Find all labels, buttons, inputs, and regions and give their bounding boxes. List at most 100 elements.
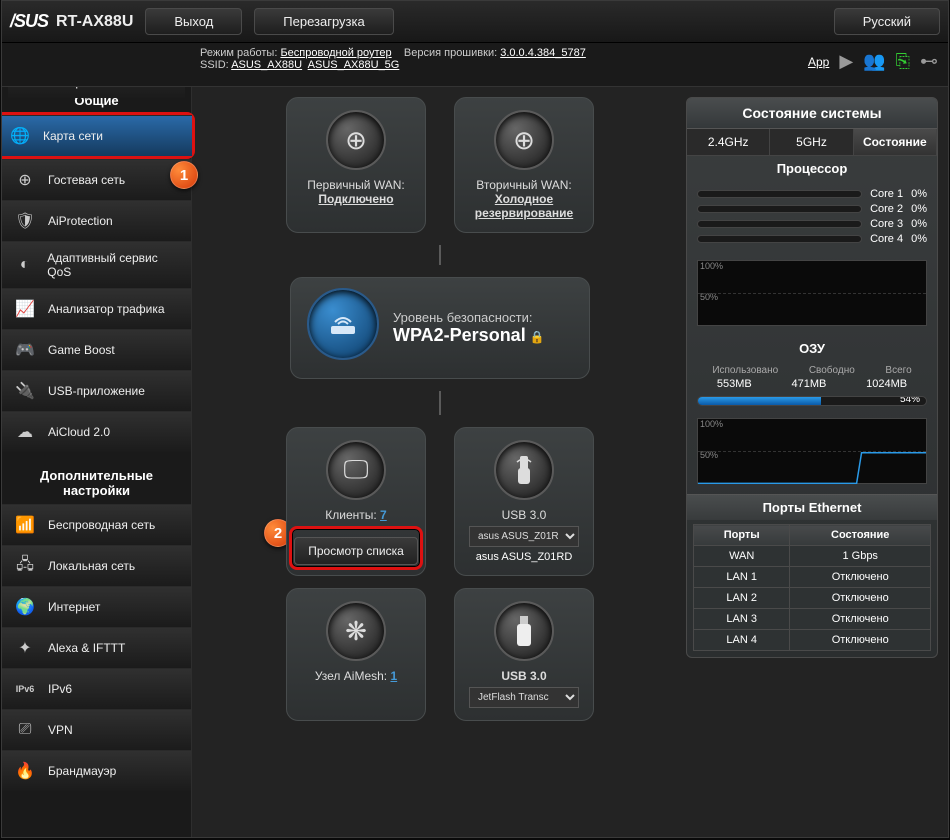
- nav-label: Брандмауэр: [48, 764, 116, 778]
- nav-label: Game Boost: [48, 343, 115, 357]
- globe-icon: 🌐: [7, 125, 33, 147]
- nav-alexa[interactable]: ✦Alexa & IFTTT: [2, 627, 191, 668]
- router-security-card[interactable]: Уровень безопасности: WPA2-Personal🔒: [290, 277, 590, 379]
- users-icon[interactable]: 👥: [863, 51, 885, 72]
- nav-ipv6[interactable]: IPv6IPv6: [2, 668, 191, 709]
- nav-traffic[interactable]: 📈 Анализатор трафика: [2, 288, 191, 329]
- ssid-1[interactable]: ASUS_AX88U: [231, 59, 302, 71]
- nav-gameboost[interactable]: 🎮Game Boost: [2, 329, 191, 370]
- firmware-label: Версия прошивки:: [404, 47, 497, 59]
- nav-label: AiProtection: [48, 214, 113, 228]
- usb-drive-icon: [494, 601, 554, 661]
- cpu-row: Core 20%: [697, 203, 927, 215]
- nav-qos[interactable]: ◐ Адаптивный сервис QoS: [2, 241, 191, 288]
- usb-a-label: USB 3.0: [467, 508, 581, 522]
- model-name: RT-AX88U: [56, 13, 133, 31]
- tab-5ghz[interactable]: 5GHz: [770, 129, 853, 155]
- clients-label: Клиенты:: [325, 508, 376, 522]
- usb-b-label: USB 3.0: [467, 669, 581, 683]
- usb-a-select[interactable]: asus ASUS_Z01RD: [469, 526, 579, 547]
- nav-label: USB-приложение: [48, 384, 145, 398]
- nav-usb-app[interactable]: 🔌USB-приложение: [2, 370, 191, 411]
- nav-lan[interactable]: 🖧Локальная сеть: [2, 545, 191, 586]
- guest-icon: ⊕: [12, 169, 38, 191]
- nav-label: Адаптивный сервис QoS: [47, 251, 181, 279]
- usb-b-card[interactable]: USB 3.0 JetFlash Transc: [454, 588, 594, 721]
- nav-wireless[interactable]: 📶 Беспроводная сеть: [2, 504, 191, 545]
- globe-icon: ⊕: [326, 110, 386, 170]
- cpu-row: Core 30%: [697, 218, 927, 230]
- firmware-link[interactable]: 3.0.0.4.384_5787: [500, 47, 586, 59]
- firewall-icon: 🔥: [12, 760, 38, 782]
- usb-a-card[interactable]: USB 3.0 asus ASUS_Z01RD asus ASUS_Z01RD: [454, 427, 594, 576]
- wan2-status: Холодное резервирование: [467, 192, 581, 220]
- play-icon[interactable]: ▶: [839, 51, 853, 72]
- mode-label: Режим работы:: [200, 47, 277, 59]
- ram-title: ОЗУ: [687, 336, 937, 361]
- aimesh-count[interactable]: 1: [390, 669, 397, 683]
- nav-network-map[interactable]: 🌐 Карта сети: [2, 115, 192, 156]
- nav-guest-network[interactable]: ⊕ Гостевая сеть: [2, 159, 191, 200]
- internet-icon: 🌍: [12, 596, 38, 618]
- ipv6-icon: IPv6: [12, 678, 38, 700]
- chart-icon: 📈: [12, 298, 38, 320]
- usb-icon[interactable]: ⊷: [920, 51, 938, 72]
- nav-internet[interactable]: 🌍Интернет: [2, 586, 191, 627]
- callout-1: 1: [170, 161, 198, 189]
- table-row: WAN1 Gbps: [694, 546, 931, 567]
- tab-24ghz[interactable]: 2.4GHz: [687, 129, 770, 155]
- reboot-button[interactable]: Перезагрузка: [254, 8, 393, 35]
- ram-graph: 100%50%: [697, 418, 927, 484]
- gauge-icon: ◐: [12, 254, 37, 276]
- nav-label: VPN: [48, 723, 73, 737]
- tab-status[interactable]: Состояние: [854, 129, 937, 155]
- system-status-panel: Состояние системы 2.4GHz 5GHz Состояние …: [686, 97, 938, 658]
- clients-count[interactable]: 7: [380, 508, 387, 522]
- ethernet-title: Порты Ethernet: [687, 494, 937, 520]
- nav-label: Гостевая сеть: [48, 173, 125, 187]
- status-bar: Режим работы: Беспроводной роутер Версия…: [2, 43, 948, 87]
- usb-b-select[interactable]: JetFlash Transc: [469, 687, 579, 708]
- ssid-2[interactable]: ASUS_AX88U_5G: [308, 59, 400, 71]
- wifi-icon: 📶: [12, 514, 38, 536]
- language-select[interactable]: Русский: [834, 8, 940, 35]
- usb-a-device: asus ASUS_Z01RD: [467, 551, 581, 563]
- shield-icon: 🛡: [12, 210, 38, 232]
- wan1-label: Первичный WAN:: [299, 178, 413, 192]
- app-link[interactable]: App: [808, 55, 829, 69]
- nav-aicloud[interactable]: ☁AiCloud 2.0: [2, 411, 191, 452]
- nav-label: Анализатор трафика: [48, 302, 165, 316]
- usb-wifi-icon: [494, 440, 554, 500]
- ram-total: 1024MB: [866, 378, 907, 390]
- wan2-label: Вторичный WAN:: [467, 178, 581, 192]
- quick-setup-label: Быстрая настройка Интернет: [48, 87, 175, 89]
- top-header: /SUS RT-AX88U Выход Перезагрузка Русский: [2, 1, 948, 43]
- nav-label: Беспроводная сеть: [48, 518, 155, 532]
- router-icon: [307, 288, 379, 360]
- logout-button[interactable]: Выход: [145, 8, 242, 35]
- ram-pct: 54%: [900, 396, 920, 405]
- aimesh-card[interactable]: ❋ Узел AiMesh: 1: [286, 588, 426, 721]
- clients-card[interactable]: 🖵 Клиенты: 7 Просмотр списка: [286, 427, 426, 576]
- cpu-graph: 100%50%: [697, 260, 927, 326]
- secondary-wan-card[interactable]: ⊕ Вторичный WAN: Холодное резервирование: [454, 97, 594, 233]
- ssid-label: SSID:: [200, 59, 229, 71]
- primary-wan-card[interactable]: ⊕ Первичный WAN: Подключено: [286, 97, 426, 233]
- security-value: WPA2-Personal: [393, 325, 526, 345]
- cpu-row: Core 40%: [697, 233, 927, 245]
- cpu-row: Core 10%: [697, 188, 927, 200]
- security-label: Уровень безопасности:: [393, 310, 573, 325]
- mode-link[interactable]: Беспроводной роутер: [280, 47, 391, 59]
- table-row: LAN 1Отключено: [694, 567, 931, 588]
- nav-vpn[interactable]: ⎚VPN: [2, 709, 191, 750]
- aimesh-label: Узел AiMesh:: [315, 669, 387, 683]
- nav-firewall[interactable]: 🔥 Брандмауэр: [2, 750, 191, 791]
- ram-used: 553MB: [717, 378, 752, 390]
- nav-label: Alexa & IFTTT: [48, 641, 125, 655]
- quick-setup[interactable]: ⚙ Быстрая настройка Интернет: [8, 87, 185, 98]
- nav-label: Карта сети: [43, 129, 103, 143]
- network-icon[interactable]: ⎘: [896, 51, 910, 72]
- brand-logo: /SUS: [10, 11, 48, 32]
- view-list-button[interactable]: Просмотр списка: [294, 537, 418, 565]
- nav-aiprotection[interactable]: 🛡 AiProtection: [2, 200, 191, 241]
